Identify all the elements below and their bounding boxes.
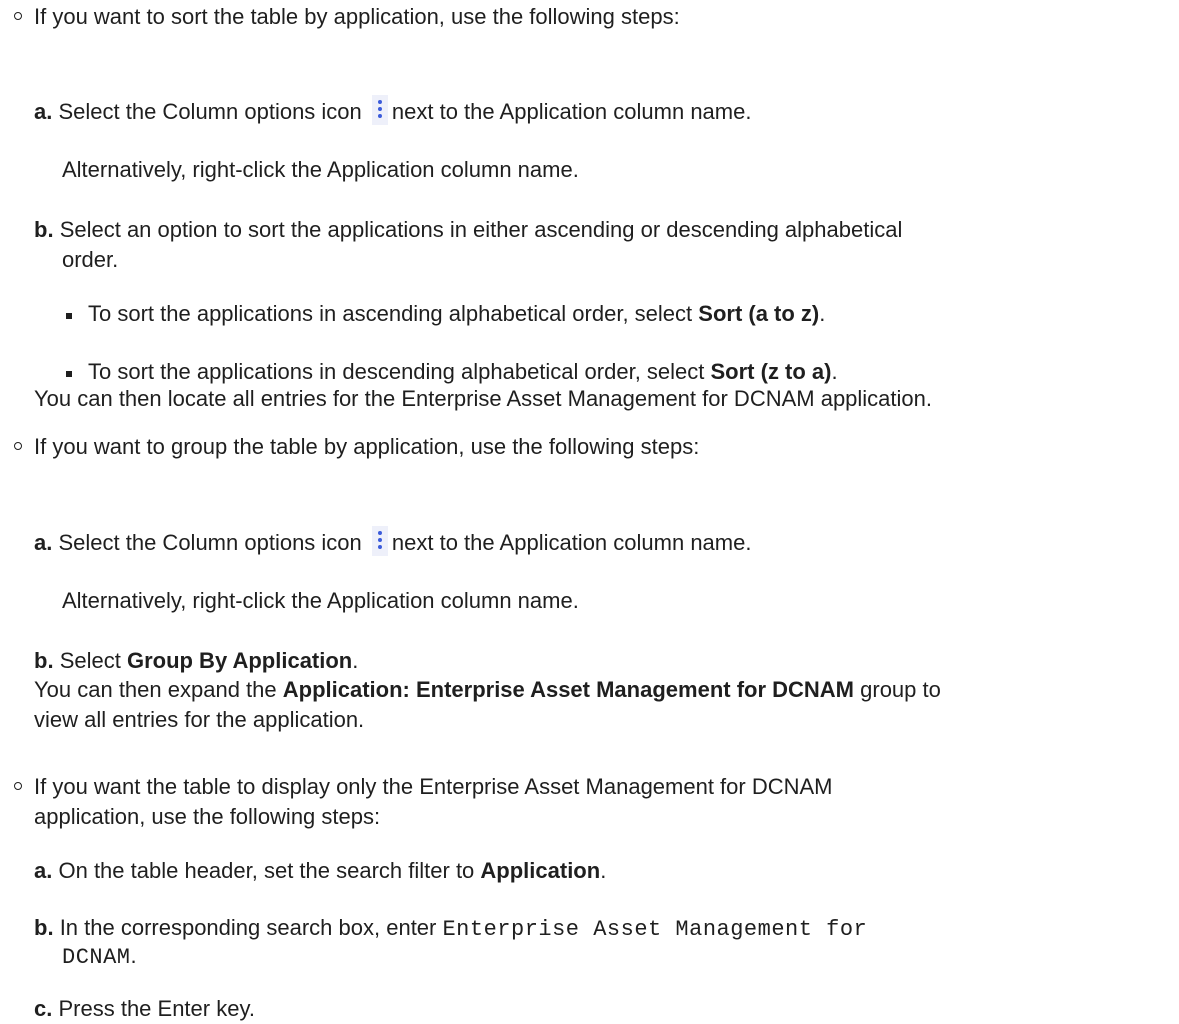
step-a-group: a. Select the Column options icon next t… — [34, 526, 751, 558]
result-text: You can then expand the — [34, 677, 283, 702]
vertical-ellipsis-icon — [371, 526, 388, 556]
step-b-group: b. Select Group By Application. — [34, 646, 358, 676]
step-text-continued: next to the Application column name. — [391, 530, 752, 555]
step-c-filter: c. Press the Enter key. — [34, 994, 255, 1024]
step-marker: c. — [34, 996, 53, 1021]
step-a-alternative: Alternatively, right-click the Applicati… — [62, 157, 579, 182]
result-sort: You can then locate all entries for the … — [34, 386, 933, 411]
step-punct: . — [130, 943, 137, 968]
documentation-page: If you want to sort the table by applica… — [0, 0, 1179, 1022]
step-text: Select the Column options icon — [58, 530, 362, 555]
sub-item-ascending: To sort the applications in ascending al… — [88, 299, 825, 329]
step-punct: . — [352, 648, 359, 673]
step-text: Select an option to sort the application… — [59, 217, 903, 242]
step-a-alternative: Alternatively, right-click the Applicati… — [62, 588, 579, 613]
step-text: In the corresponding search box, enter — [59, 915, 443, 940]
step-a-filter: a. On the table header, set the search f… — [34, 856, 606, 886]
step-text-continued: next to the Application column name. — [391, 99, 752, 124]
group-by-application-label: Group By Application — [126, 648, 353, 673]
step-marker: b. — [34, 217, 54, 242]
step-b-sort: b. Select an option to sort the applicat… — [34, 215, 902, 245]
section-intro-group: If you want to group the table by applic… — [34, 434, 700, 459]
list-bullet-square — [66, 313, 72, 319]
list-bullet-square — [66, 371, 72, 377]
sub-item-punct: . — [819, 301, 826, 326]
application-filter-label: Application — [480, 858, 601, 883]
step-marker: a. — [34, 858, 53, 883]
list-bullet-circle — [14, 782, 22, 790]
step-marker: a. — [34, 530, 53, 555]
result-group-line2: view all entries for the application. — [34, 707, 365, 732]
result-group: You can then expand the Application: Ent… — [34, 675, 941, 705]
sub-item-text: To sort the applications in descending a… — [88, 359, 711, 384]
sub-item-text: To sort the applications in ascending al… — [88, 301, 699, 326]
step-a-sort: a. Select the Column options icon next t… — [34, 95, 751, 127]
step-marker: b. — [34, 915, 54, 940]
step-marker: a. — [34, 99, 53, 124]
search-value-code-continued: DCNAM — [62, 945, 131, 970]
sort-a-to-z-label: Sort (a to z) — [698, 301, 820, 326]
search-value-code: Enterprise Asset Management for — [442, 917, 868, 942]
step-b-sort-continued: order. — [62, 247, 119, 272]
step-text: On the table header, set the search filt… — [58, 858, 481, 883]
list-bullet-circle — [14, 12, 22, 20]
step-b-filter: b. In the corresponding search box, ente… — [34, 913, 867, 945]
sort-z-to-a-label: Sort (z to a) — [710, 359, 832, 384]
vertical-ellipsis-icon — [371, 95, 388, 125]
section-intro-filter-line2: application, use the following steps: — [34, 804, 381, 829]
sub-item-punct: . — [831, 359, 838, 384]
sub-item-descending: To sort the applications in descending a… — [88, 357, 838, 387]
step-b-filter-continued: DCNAM. — [62, 941, 137, 973]
application-group-label: Application: Enterprise Asset Management… — [282, 677, 855, 702]
result-text-continued: group to — [854, 677, 941, 702]
section-intro-sort: If you want to sort the table by applica… — [34, 4, 680, 29]
step-text: Press the Enter key. — [58, 996, 255, 1021]
list-bullet-circle — [14, 442, 22, 450]
step-punct: . — [600, 858, 607, 883]
step-text: Select — [59, 648, 127, 673]
step-marker: b. — [34, 648, 54, 673]
step-text: Select the Column options icon — [58, 99, 362, 124]
section-intro-filter: If you want the table to display only th… — [34, 774, 833, 799]
